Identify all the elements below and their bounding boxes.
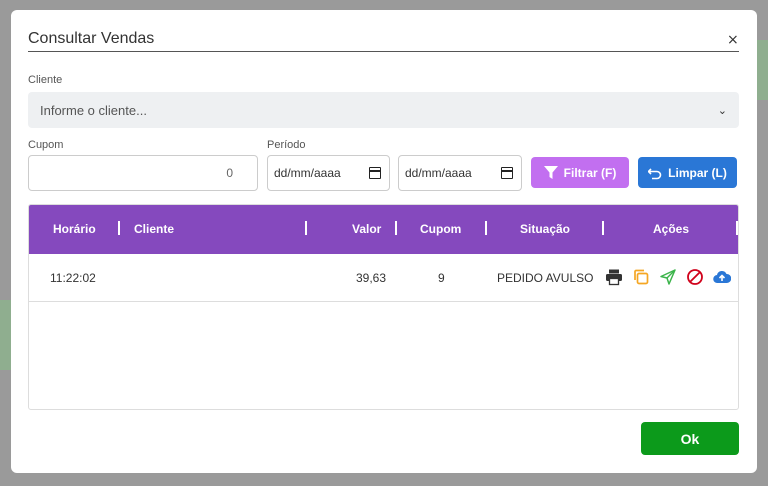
cell-horario: 11:22:02	[50, 271, 96, 285]
filter-button[interactable]: Filtrar (F)	[531, 157, 629, 188]
header-situacao[interactable]: Situação	[520, 222, 570, 236]
header-valor[interactable]: Valor	[352, 222, 381, 236]
send-icon[interactable]	[659, 268, 677, 286]
chevron-down-icon: ⌄	[717, 103, 727, 117]
header-horario[interactable]: Horário	[53, 222, 96, 236]
cupom-input[interactable]: 0	[28, 155, 258, 191]
periodo-start-input[interactable]: dd/mm/aaaa	[267, 155, 390, 191]
cell-valor: 39,63	[356, 271, 387, 285]
funnel-icon	[543, 165, 558, 179]
table-row[interactable]: 11:22:02 39,63 9 PEDIDO AVULSO	[29, 254, 738, 302]
periodo-label: Período	[267, 139, 306, 151]
header-separator	[118, 221, 120, 235]
copy-icon[interactable]	[632, 268, 650, 286]
header-cupom[interactable]: Cupom	[420, 222, 461, 236]
clear-label: Limpar (L)	[668, 165, 727, 180]
calendar-icon[interactable]	[368, 167, 381, 179]
printer-icon[interactable]	[605, 268, 623, 286]
clear-button[interactable]: Limpar (L)	[638, 157, 737, 188]
dialog-title: Consultar Vendas	[28, 30, 155, 47]
header-separator	[485, 221, 487, 235]
title-divider	[28, 51, 739, 52]
periodo-end-input[interactable]: dd/mm/aaaa	[398, 155, 522, 191]
undo-icon	[648, 167, 662, 179]
header-cliente[interactable]: Cliente	[134, 222, 174, 236]
cupom-value: 0	[226, 166, 233, 180]
backdrop-strip	[0, 300, 11, 370]
header-separator	[395, 221, 397, 235]
header-separator	[602, 221, 604, 235]
periodo-start-value: dd/mm/aaaa	[274, 166, 341, 180]
header-separator	[305, 221, 307, 235]
cell-cupom: 9	[438, 271, 445, 285]
backdrop-strip	[757, 40, 768, 100]
cliente-placeholder: Informe o cliente...	[40, 102, 147, 118]
cupom-label: Cupom	[28, 139, 64, 151]
filter-label: Filtrar (F)	[563, 165, 617, 180]
cliente-select[interactable]: Informe o cliente... ⌄	[28, 92, 739, 128]
cancel-icon[interactable]	[686, 268, 704, 286]
cell-situacao: PEDIDO AVULSO	[497, 271, 594, 285]
consultar-vendas-dialog: Consultar Vendas × Cliente Informe o cli…	[11, 10, 757, 473]
cloud-upload-icon[interactable]	[713, 268, 731, 286]
header-separator	[736, 221, 738, 235]
calendar-icon[interactable]	[500, 167, 513, 179]
close-button[interactable]: ×	[727, 32, 739, 48]
table-header: Horário Cliente Valor Cupom Situação Açõ…	[29, 205, 738, 254]
sales-table: Horário Cliente Valor Cupom Situação Açõ…	[28, 204, 739, 410]
periodo-end-value: dd/mm/aaaa	[405, 166, 472, 180]
ok-button[interactable]: Ok	[641, 422, 739, 455]
header-acoes: Ações	[653, 222, 690, 236]
cliente-label: Cliente	[28, 74, 63, 86]
